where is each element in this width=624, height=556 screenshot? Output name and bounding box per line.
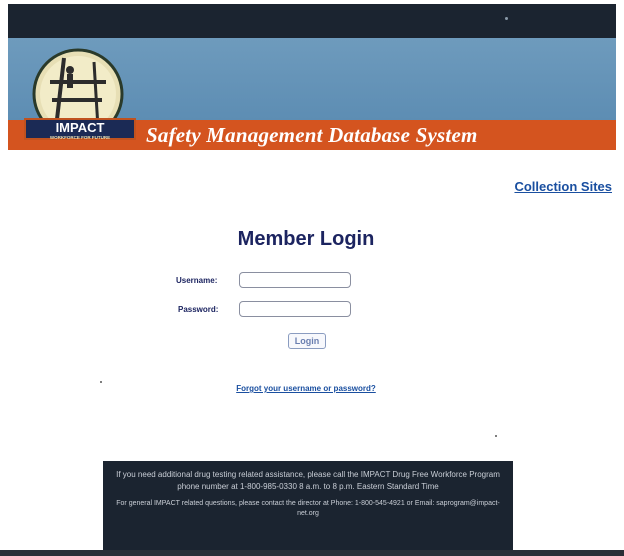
footer-info-box: If you need additional drug testing rela… — [103, 461, 513, 556]
bottom-edge — [0, 550, 624, 556]
forgot-credentials-link[interactable]: Forgot your username or password? — [0, 384, 612, 393]
username-input[interactable] — [239, 272, 351, 288]
top-bar — [8, 4, 616, 38]
speck — [100, 381, 102, 383]
site-title: Safety Management Database System — [146, 123, 478, 147]
collection-sites-link[interactable]: Collection Sites — [514, 179, 612, 194]
password-input[interactable] — [239, 301, 351, 317]
username-label: Username: — [176, 276, 218, 285]
speck — [495, 435, 497, 437]
top-bar-dot — [505, 17, 508, 20]
footer-contact-text: For general IMPACT related questions, pl… — [116, 500, 500, 517]
logo-subtext: WORKFORCE FOR FUTURE — [50, 135, 110, 140]
login-button[interactable]: Login — [288, 333, 326, 349]
member-login-title: Member Login — [237, 228, 375, 250]
password-label: Password: — [178, 305, 219, 314]
footer-assistance-text: If you need additional drug testing rela… — [116, 470, 500, 491]
impact-logo[interactable]: IMPACT WORKFORCE FOR FUTURE — [24, 48, 136, 152]
logo-text: IMPACT — [56, 120, 105, 135]
